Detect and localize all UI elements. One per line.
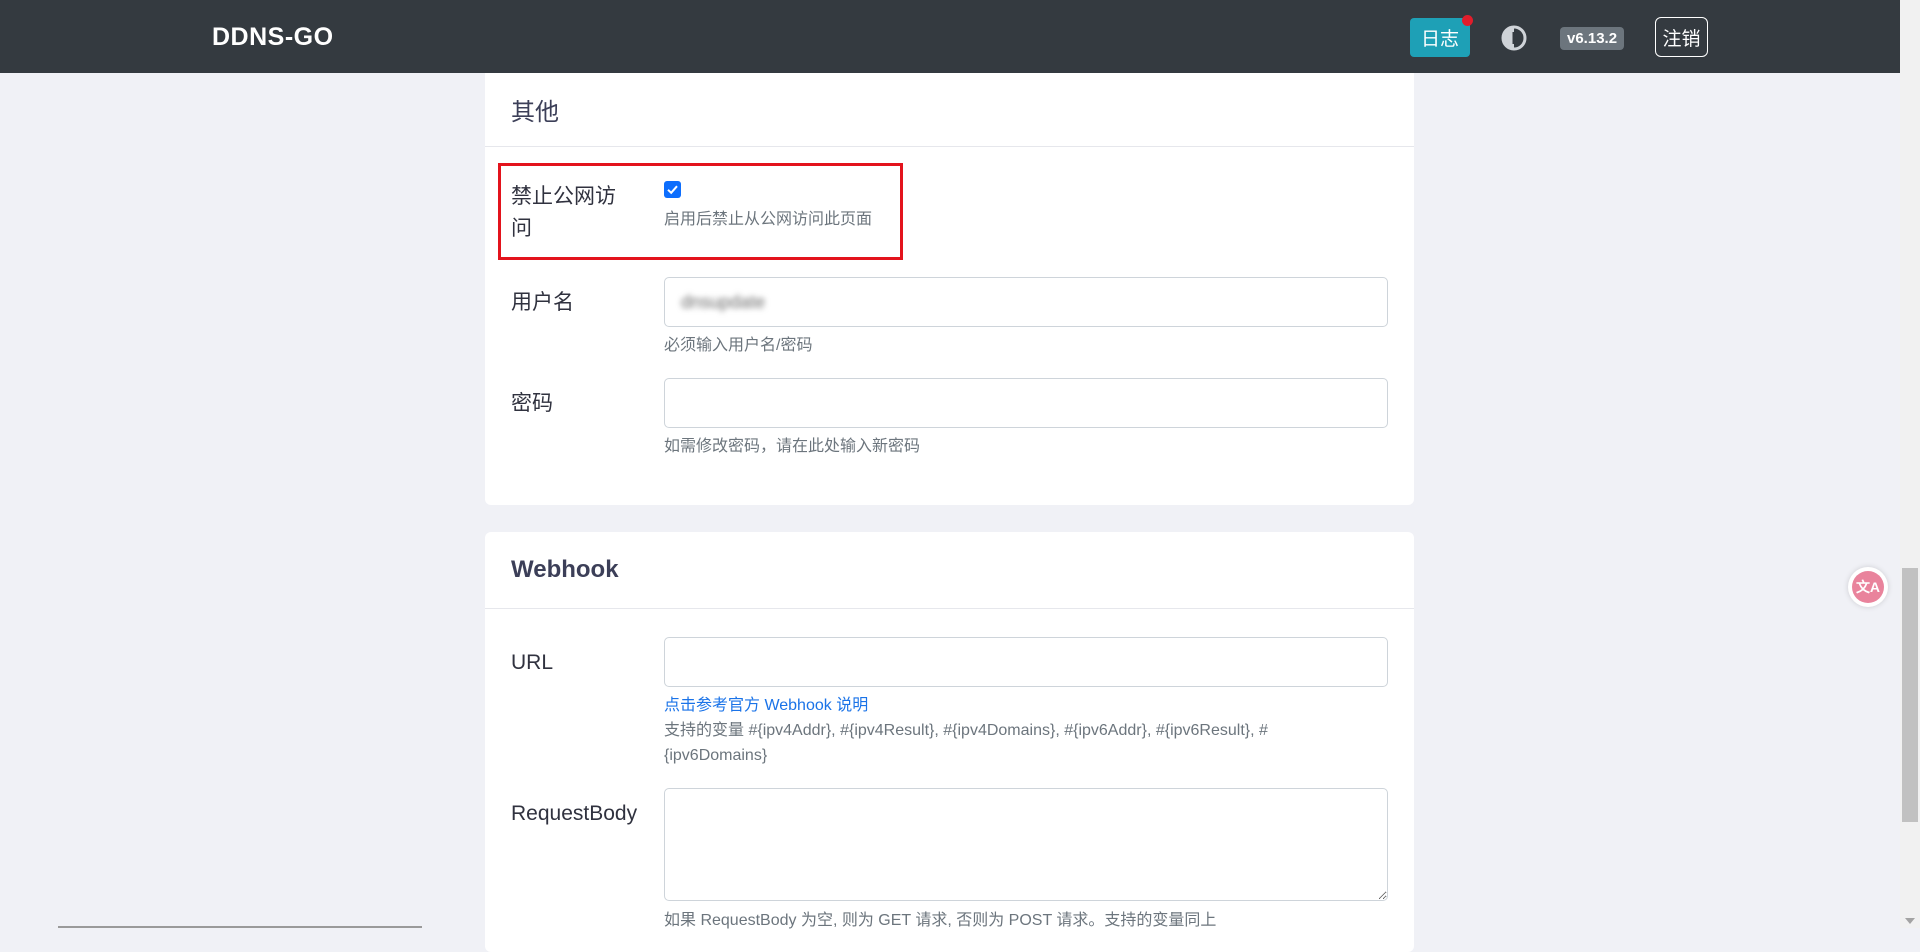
translate-icon[interactable]: 文A: [1848, 567, 1888, 607]
password-input[interactable]: [664, 378, 1388, 428]
webhook-variables-help-line2: {ipv6Domains}: [664, 747, 768, 764]
other-card-title: 其他: [485, 73, 1414, 147]
other-settings-card: 其他 禁止公网访 问 启用后禁止从公网访问此页面 用户名 dnsupdate 必…: [485, 73, 1414, 505]
username-label: 用户名: [511, 291, 574, 314]
request-body-label: RequestBody: [511, 802, 638, 825]
notification-dot: [1462, 15, 1473, 26]
brand-logo[interactable]: DDNS-GO: [212, 23, 334, 52]
webhook-url-input[interactable]: [664, 637, 1388, 687]
scroll-down-arrow-icon[interactable]: [1905, 918, 1915, 924]
webhook-variables-help-line1: 支持的变量 #{ipv4Addr}, #{ipv4Result}, #{ipv4…: [664, 722, 1268, 739]
webhook-card-title: Webhook: [485, 532, 1414, 609]
log-button[interactable]: 日志: [1410, 15, 1473, 57]
username-input[interactable]: dnsupdate: [664, 277, 1388, 327]
username-value-blurred: dnsupdate: [681, 291, 766, 312]
top-navbar: DDNS-GO 日志 v6.13.2 注销: [0, 0, 1900, 73]
username-help: 必须输入用户名/密码: [664, 337, 813, 354]
translate-icon-inner: 文A: [1852, 571, 1884, 603]
highlight-annotation: [498, 163, 903, 260]
request-body-textarea[interactable]: [664, 788, 1388, 901]
request-body-help: 如果 RequestBody 为空, 则为 GET 请求, 否则为 POST 请…: [664, 912, 1217, 929]
log-button-label: 日志: [1420, 29, 1459, 50]
webhook-url-label: URL: [511, 651, 554, 674]
page-scrollbar[interactable]: [1900, 0, 1920, 928]
webhook-card: Webhook URL 点击参考官方 Webhook 说明 支持的变量 #{ip…: [485, 532, 1414, 952]
logout-button-label: 注销: [1662, 28, 1701, 50]
password-help: 如需修改密码，请在此处输入新密码: [664, 438, 921, 455]
webhook-docs-link[interactable]: 点击参考官方 Webhook 说明: [664, 693, 1388, 718]
scrollbar-thumb[interactable]: [1902, 568, 1918, 822]
password-label: 密码: [511, 392, 553, 415]
version-badge: v6.13.2: [1560, 27, 1625, 50]
theme-toggle-icon[interactable]: [1500, 24, 1528, 52]
logout-button[interactable]: 注销: [1655, 17, 1708, 57]
